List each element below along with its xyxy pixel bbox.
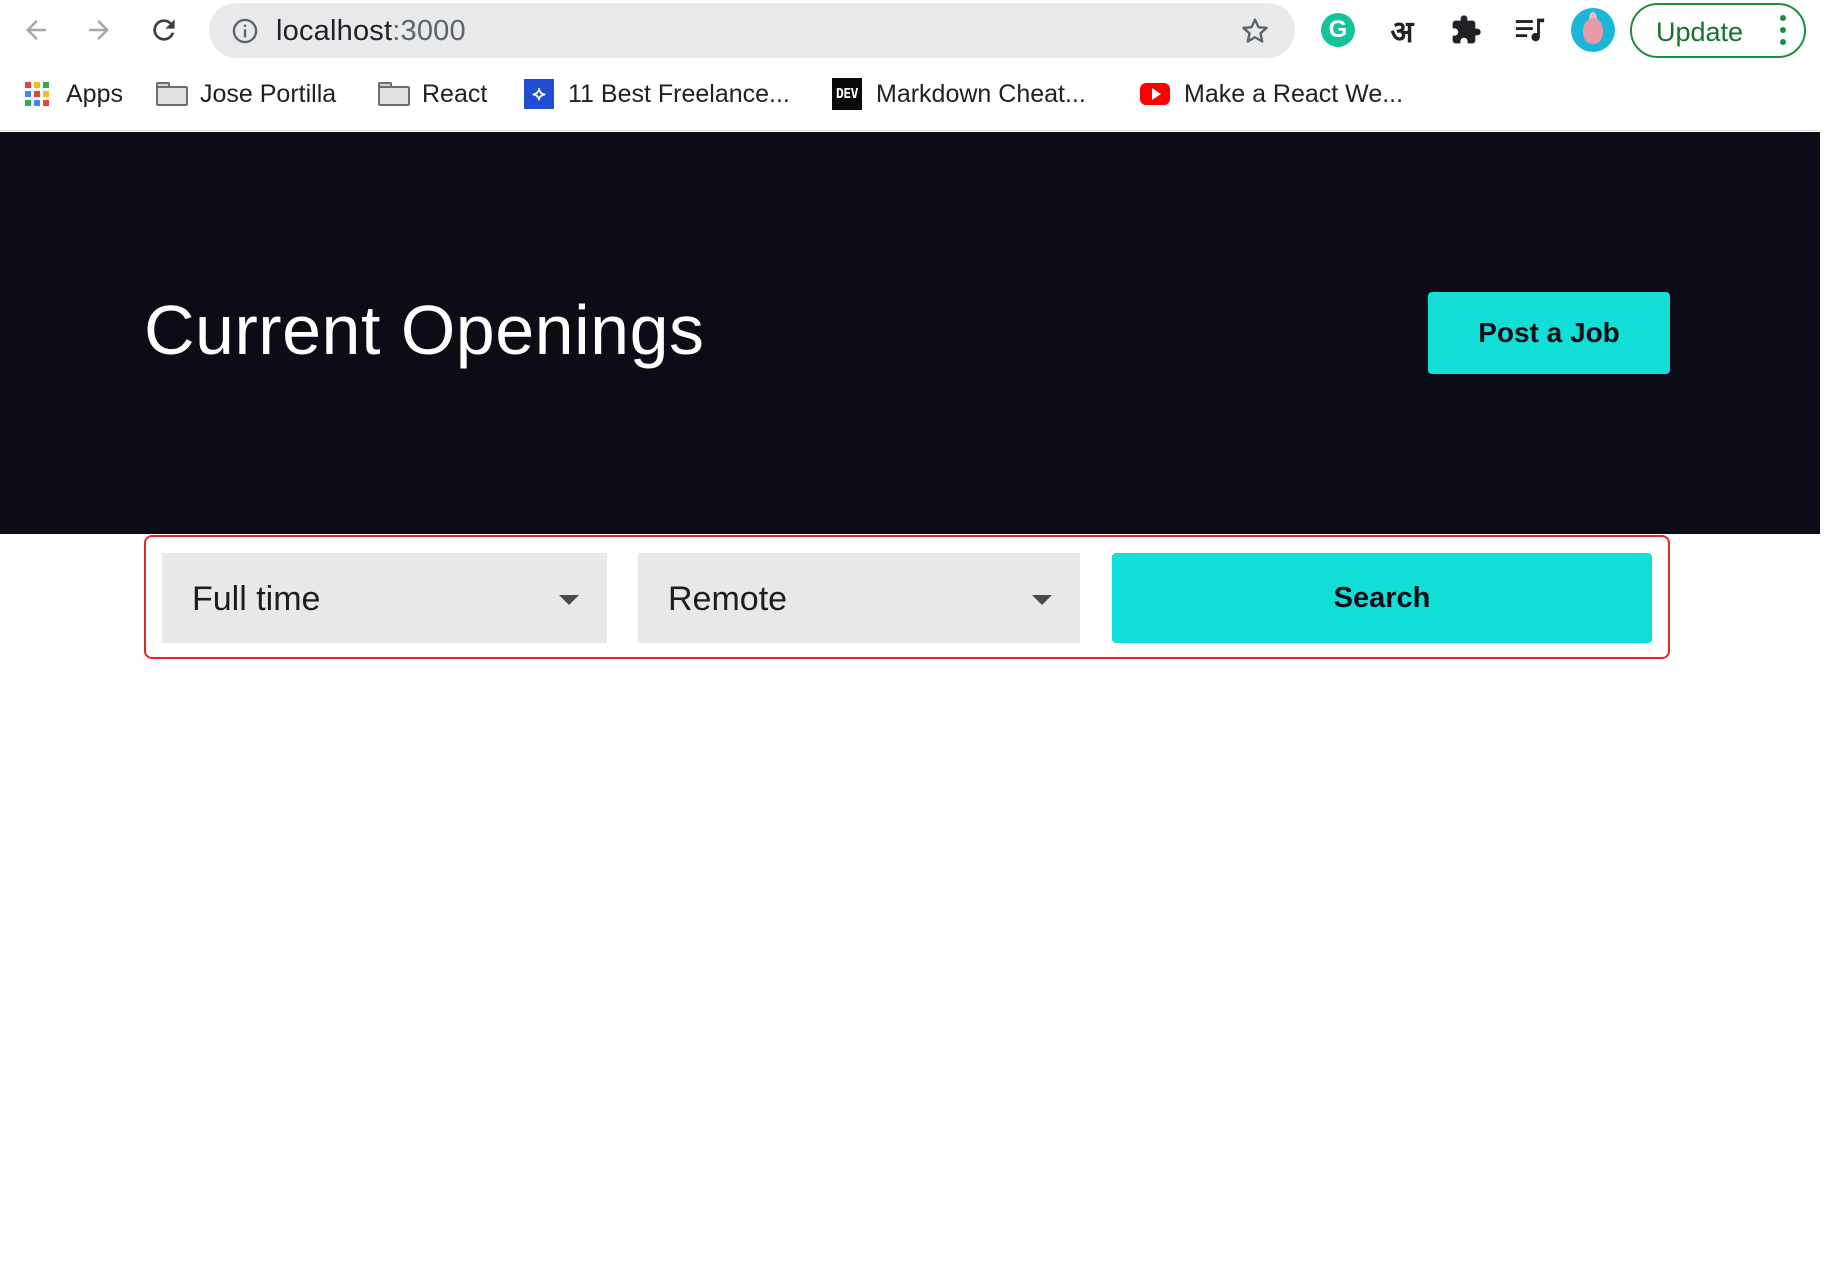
puzzle-piece-icon bbox=[1452, 15, 1481, 44]
apps-grid-icon bbox=[22, 79, 52, 109]
update-button[interactable]: Update bbox=[1630, 3, 1806, 58]
translate-extension[interactable]: अ bbox=[1382, 10, 1422, 50]
url-text: localhost:3000 bbox=[276, 15, 466, 47]
bookmark-label: Jose Portilla bbox=[200, 80, 337, 108]
url-port: :3000 bbox=[392, 15, 466, 47]
folder-icon bbox=[378, 79, 410, 109]
grammarly-icon: G bbox=[1321, 13, 1355, 47]
extensions-button[interactable] bbox=[1446, 10, 1486, 50]
hero-banner: Current Openings Post a Job bbox=[0, 132, 1822, 534]
bookmark-label: React bbox=[422, 80, 488, 108]
avatar bbox=[1571, 8, 1615, 52]
dev-to-icon: DEV bbox=[832, 78, 862, 110]
location-value: Remote bbox=[668, 580, 788, 618]
arrow-left-icon bbox=[26, 20, 46, 40]
reload-icon bbox=[153, 19, 175, 41]
reload-button[interactable] bbox=[142, 8, 186, 52]
toptal-icon: ⟡ bbox=[524, 79, 554, 109]
more-vertical-icon bbox=[1780, 15, 1786, 49]
media-control-button[interactable] bbox=[1510, 10, 1550, 50]
bookmark-folder-jose-portilla[interactable]: Jose Portilla bbox=[156, 76, 336, 112]
job-filter-bar: Full time Remote Search bbox=[144, 535, 1670, 659]
location-select[interactable]: Remote bbox=[638, 553, 1080, 643]
bookmark-star-icon[interactable] bbox=[1239, 15, 1271, 47]
bookmarks-bar: Apps Jose Portilla React ⟡ 11 Best Freel… bbox=[0, 60, 1824, 131]
search-label: Search bbox=[1333, 582, 1431, 614]
bookmark-label: Markdown Cheat... bbox=[876, 80, 1086, 108]
caret-down-icon bbox=[1032, 595, 1052, 605]
folder-icon bbox=[156, 79, 188, 109]
youtube-icon bbox=[1140, 79, 1170, 109]
bookmark-label: Make a React We... bbox=[1184, 80, 1404, 108]
grammarly-extension[interactable]: G bbox=[1318, 10, 1358, 50]
caret-down-icon bbox=[559, 595, 579, 605]
back-button[interactable] bbox=[14, 8, 58, 52]
bookmark-folder-react[interactable]: React bbox=[378, 76, 487, 112]
translate-icon: अ bbox=[1390, 14, 1414, 50]
bookmark-apps[interactable]: Apps bbox=[22, 76, 123, 112]
job-type-value: Full time bbox=[192, 580, 321, 618]
search-button[interactable]: Search bbox=[1112, 553, 1652, 643]
url-host: localhost bbox=[276, 15, 393, 47]
info-icon[interactable] bbox=[231, 17, 259, 45]
bookmark-markdown-cheatsheet[interactable]: DEV Markdown Cheat... bbox=[832, 76, 1086, 112]
bookmark-toptal[interactable]: ⟡ 11 Best Freelance... bbox=[524, 76, 790, 112]
post-job-label: Post a Job bbox=[1478, 317, 1620, 348]
playlist-music-icon bbox=[1515, 18, 1545, 42]
bookmark-label: Apps bbox=[66, 80, 123, 108]
update-label: Update bbox=[1656, 17, 1744, 47]
address-bar[interactable]: localhost:3000 bbox=[209, 3, 1295, 58]
page-title: Current Openings bbox=[144, 291, 705, 369]
window-edge bbox=[1820, 0, 1824, 1264]
bookmark-youtube-react[interactable]: Make a React We... bbox=[1140, 76, 1403, 112]
bookmark-label: 11 Best Freelance... bbox=[568, 80, 790, 108]
profile-button[interactable] bbox=[1570, 7, 1616, 53]
forward-button[interactable] bbox=[77, 8, 121, 52]
browser-toolbar: localhost:3000 G अ Update bbox=[0, 0, 1824, 60]
arrow-right-icon bbox=[89, 20, 109, 40]
post-job-button[interactable]: Post a Job bbox=[1428, 292, 1670, 374]
job-type-select[interactable]: Full time bbox=[162, 553, 607, 643]
